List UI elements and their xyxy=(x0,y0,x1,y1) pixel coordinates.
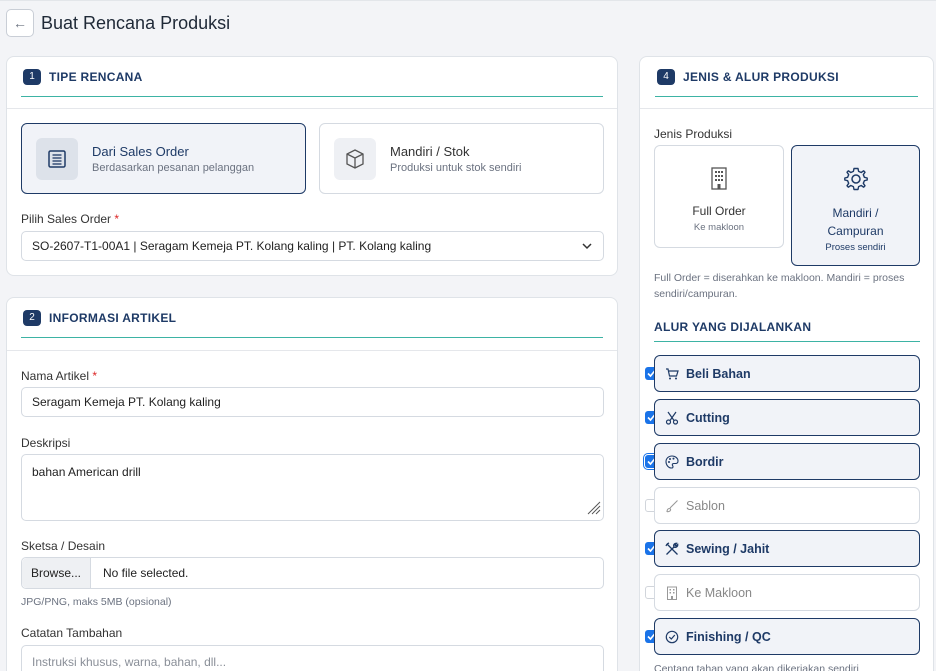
card-tipe-rencana: 1 TIPE RENCANA Dari Sales Order Berdasar… xyxy=(6,56,618,276)
cart-icon xyxy=(665,367,679,381)
tools-icon xyxy=(665,541,679,556)
page-title: Buat Rencana Produksi xyxy=(41,13,231,33)
sales-order-label: Pilih Sales Order * xyxy=(21,212,120,226)
alur-label: Cutting xyxy=(686,410,730,425)
alur-item-beli-bahan[interactable]: Beli Bahan xyxy=(654,355,920,392)
catatan-label: Catatan Tambahan xyxy=(21,626,123,640)
section-number: 4 xyxy=(657,68,675,85)
section-number: 2 xyxy=(23,309,41,326)
check-circle-icon xyxy=(665,630,679,644)
sketsa-label: Sketsa / Desain xyxy=(21,539,106,553)
resize-handle-icon[interactable] xyxy=(585,499,601,518)
building-icon xyxy=(655,166,783,192)
option-subtitle: Berdasarkan pesanan pelanggan xyxy=(92,162,255,174)
building-icon xyxy=(665,586,679,600)
option-subtitle: Produksi untuk stok sendiri xyxy=(390,162,522,174)
card-header: 4 JENIS & ALUR PRODUKSI xyxy=(655,57,918,97)
jenis-full-order[interactable]: Full Order Ke makloon xyxy=(654,145,784,248)
arrow-left-icon: ← xyxy=(13,15,27,31)
option-dari-sales-order[interactable]: Dari Sales Order Berdasarkan pesanan pel… xyxy=(21,123,306,194)
alur-label: Finishing / QC xyxy=(686,629,771,644)
brush-icon xyxy=(665,499,679,513)
divider xyxy=(7,350,617,351)
jenis-mandiri-campuran[interactable]: Mandiri / Campuran Proses sendiri xyxy=(791,145,920,266)
alur-item-ke-makloon[interactable]: Ke Makloon xyxy=(654,574,920,611)
alur-item-sablon[interactable]: Sablon xyxy=(654,487,920,524)
jenis-title: Mandiri / Campuran xyxy=(827,206,884,238)
sales-order-select[interactable]: SO-2607-T1-00A1 | Seragam Kemeja PT. Kol… xyxy=(21,231,604,261)
alur-hint: Centang tahap yang akan dikerjakan sendi… xyxy=(654,663,859,671)
alur-label: Bordir xyxy=(686,454,724,469)
scissors-icon xyxy=(665,411,679,425)
alur-item-finishing-qc[interactable]: Finishing / QC xyxy=(654,618,920,655)
section-title: TIPE RENCANA xyxy=(49,69,143,84)
section-title: JENIS & ALUR PRODUKSI xyxy=(683,69,839,84)
option-title: Mandiri / Stok xyxy=(390,144,470,159)
browse-button[interactable]: Browse... xyxy=(22,558,91,588)
section-number: 1 xyxy=(23,68,41,85)
catatan-textarea[interactable]: Instruksi khusus, warna, bahan, dll... xyxy=(21,645,604,671)
jenis-hint: Full Order = diserahkan ke makloon. Mand… xyxy=(654,272,905,300)
deskripsi-textarea[interactable]: bahan American drill xyxy=(21,454,604,521)
card-header: 2 INFORMASI ARTIKEL xyxy=(21,298,603,338)
divider xyxy=(640,108,933,109)
box-icon xyxy=(334,138,376,180)
nama-artikel-label: Nama Artikel * xyxy=(21,369,98,383)
alur-label: Sablon xyxy=(686,498,725,513)
palette-icon xyxy=(665,454,679,469)
alur-header: ALUR YANG DIJALANKAN xyxy=(654,318,920,342)
deskripsi-value: bahan American drill xyxy=(32,465,141,479)
deskripsi-label: Deskripsi xyxy=(21,436,71,450)
nama-artikel-value: Seragam Kemeja PT. Kolang kaling xyxy=(32,395,221,409)
chevron-down-icon xyxy=(581,240,593,255)
divider xyxy=(7,108,617,109)
jenis-subtitle: Ke makloon xyxy=(693,222,745,233)
jenis-produksi-label: Jenis Produksi xyxy=(654,127,733,141)
alur-label: Sewing / Jahit xyxy=(686,541,770,556)
card-header: 1 TIPE RENCANA xyxy=(21,57,603,97)
option-mandiri-stok[interactable]: Mandiri / Stok Produksi untuk stok sendi… xyxy=(319,123,604,194)
section-title: INFORMASI ARTIKEL xyxy=(49,310,177,325)
option-title: Dari Sales Order xyxy=(92,144,189,159)
alur-item-cutting[interactable]: Cutting xyxy=(654,399,920,436)
top-bar: ← Buat Rencana Produksi xyxy=(0,0,936,44)
alur-label: Ke Makloon xyxy=(686,585,753,600)
alur-item-sewing-jahit[interactable]: Sewing / Jahit xyxy=(654,530,920,567)
jenis-subtitle: Proses sendiri xyxy=(825,242,886,253)
catatan-placeholder: Instruksi khusus, warna, bahan, dll... xyxy=(32,655,227,669)
card-informasi-artikel: 2 INFORMASI ARTIKEL Nama Artikel * Serag… xyxy=(6,297,618,671)
alur-label: Beli Bahan xyxy=(686,366,751,381)
file-status: No file selected. xyxy=(103,566,189,580)
back-button[interactable]: ← xyxy=(6,9,34,37)
file-input[interactable]: Browse... No file selected. xyxy=(21,557,604,589)
jenis-title: Full Order xyxy=(692,204,746,218)
file-hint: JPG/PNG, maks 5MB (opsional) xyxy=(21,596,172,608)
sales-order-value: SO-2607-T1-00A1 | Seragam Kemeja PT. Kol… xyxy=(32,239,432,253)
alur-title: ALUR YANG DIJALANKAN xyxy=(654,320,812,334)
gear-icon xyxy=(792,166,919,192)
nama-artikel-input[interactable]: Seragam Kemeja PT. Kolang kaling xyxy=(21,387,604,417)
list-icon xyxy=(36,138,78,180)
alur-item-bordir[interactable]: Bordir xyxy=(654,443,920,480)
